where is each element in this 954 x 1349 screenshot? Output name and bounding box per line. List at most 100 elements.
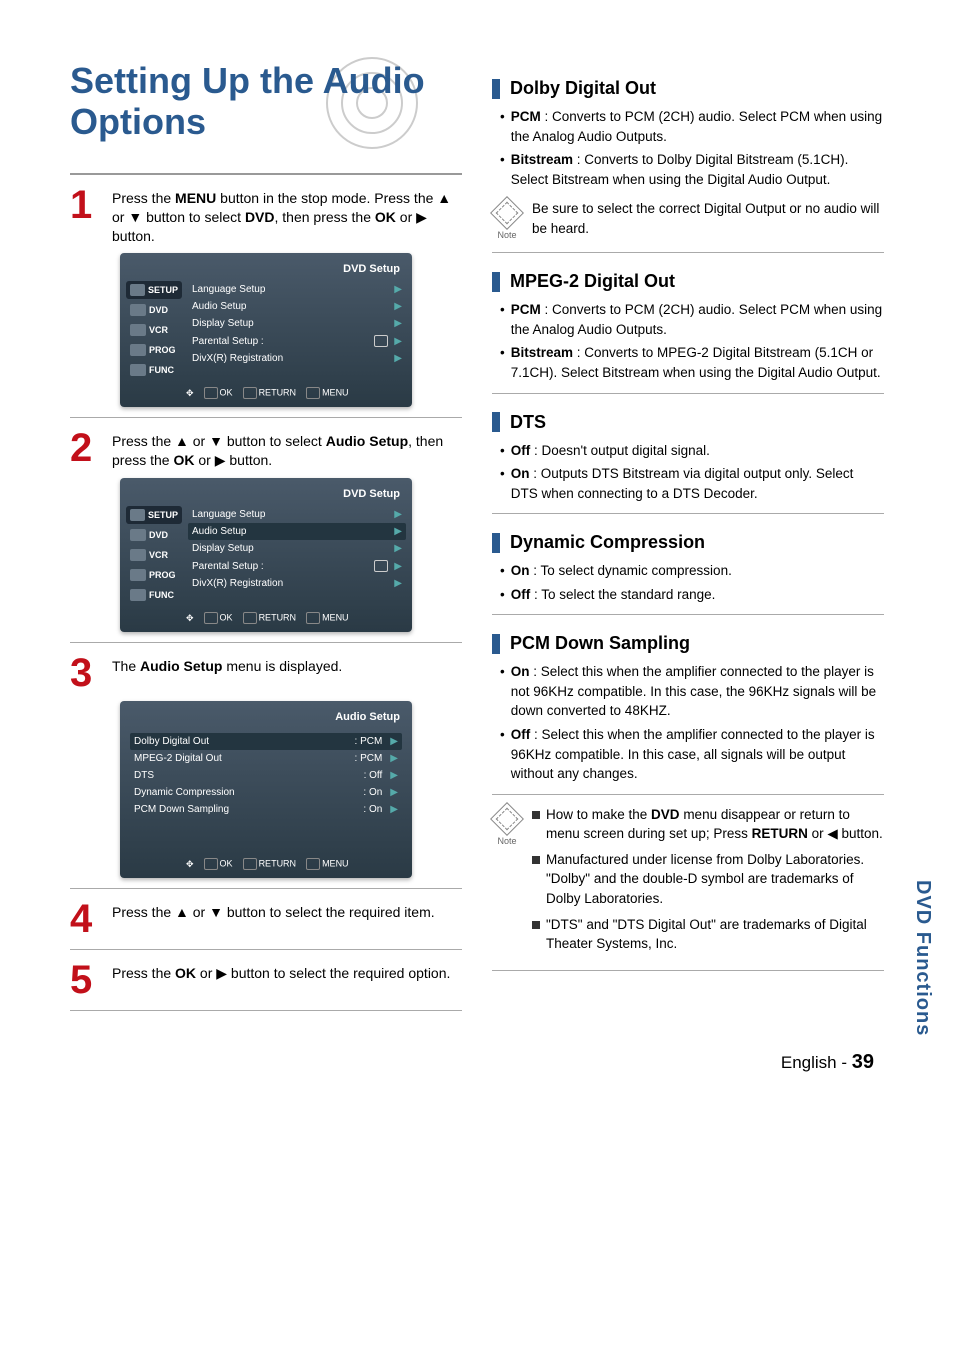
divider <box>492 393 884 394</box>
osd-side-prog: PROG <box>126 566 182 584</box>
step-number: 4 <box>70 899 98 939</box>
step-5: 5 Press the OK or ▶ button to select the… <box>70 960 462 1000</box>
osd-row: Language Setup▶ <box>188 281 406 298</box>
section-bar-icon <box>492 412 500 432</box>
option-line: •On : Select this when the amplifier con… <box>500 662 884 721</box>
option-line: •Bitstream : Converts to MPEG-2 Digital … <box>500 343 884 382</box>
divider <box>492 614 884 615</box>
option-line: •Off : To select the standard range. <box>500 585 884 605</box>
lock-icon <box>374 335 388 347</box>
divider <box>70 949 462 950</box>
divider <box>70 1010 462 1011</box>
dvd-icon <box>130 529 146 541</box>
osd-header: DVD Setup <box>126 259 406 281</box>
section-bar-icon <box>492 272 500 292</box>
osd-menu-1: DVD Setup SETUP DVD VCR PROG FUNC Langua… <box>120 253 412 407</box>
osd-main: Language Setup▶ Audio Setup▶ Display Set… <box>182 281 406 381</box>
note-block-bottom: Note How to make the DVD menu disappear … <box>492 805 884 960</box>
osd-row: PCM Down Sampling: On▶ <box>130 801 402 818</box>
osd-side-setup: SETUP <box>126 281 182 299</box>
square-bullet-icon <box>532 856 540 864</box>
chevron-right-icon: ▶ <box>394 353 402 364</box>
osd-side-func: FUNC <box>126 586 182 604</box>
func-icon <box>130 589 146 601</box>
option-line: •Off : Select this when the amplifier co… <box>500 725 884 784</box>
note-item: How to make the DVD menu disappear or re… <box>532 805 884 844</box>
chevron-right-icon: ▶ <box>390 753 398 764</box>
step-number: 2 <box>70 428 98 470</box>
step-number: 5 <box>70 960 98 1000</box>
step-text: The Audio Setup menu is displayed. <box>112 653 342 693</box>
ok-btn-icon <box>204 858 218 870</box>
osd-sidebar: SETUP DVD VCR PROG FUNC <box>126 506 182 606</box>
clock-icon <box>130 569 146 581</box>
chevron-right-icon: ▶ <box>394 301 402 312</box>
step-number: 3 <box>70 653 98 693</box>
divider <box>492 513 884 514</box>
divider <box>70 642 462 643</box>
osd-side-vcr: VCR <box>126 546 182 564</box>
osd-main: Language Setup▶ Audio Setup▶ Display Set… <box>182 506 406 606</box>
chevron-right-icon: ▶ <box>394 284 402 295</box>
osd-header: Audio Setup <box>126 707 406 729</box>
return-btn-icon <box>243 612 257 624</box>
move-icon: ✥ <box>186 388 194 399</box>
move-icon: ✥ <box>186 613 194 624</box>
section-dts: DTS <box>492 412 884 433</box>
osd-row: DTS: Off▶ <box>130 767 402 784</box>
step-text: Press the ▲ or ▼ button to select the re… <box>112 899 435 939</box>
osd-side-setup: SETUP <box>126 506 182 524</box>
osd-header: DVD Setup <box>126 484 406 506</box>
vcr-icon <box>130 324 146 336</box>
step-4: 4 Press the ▲ or ▼ button to select the … <box>70 899 462 939</box>
note-block: Note Be sure to select the correct Digit… <box>492 199 884 242</box>
osd-row-selected: Audio Setup▶ <box>188 523 406 540</box>
square-bullet-icon <box>532 811 540 819</box>
vcr-icon <box>130 549 146 561</box>
section-dynamic: Dynamic Compression <box>492 532 884 553</box>
side-tab: DVD Functions <box>911 880 934 1036</box>
divider <box>492 794 884 795</box>
divider <box>492 252 884 253</box>
chevron-right-icon: ▶ <box>390 804 398 815</box>
page-title: Setting Up the Audio Options <box>70 60 462 143</box>
divider <box>70 888 462 889</box>
section-mpeg: MPEG-2 Digital Out <box>492 271 884 292</box>
square-bullet-icon <box>532 921 540 929</box>
divider <box>70 417 462 418</box>
option-line: •On : To select dynamic compression. <box>500 561 884 581</box>
section-bar-icon <box>492 79 500 99</box>
section-bar-icon <box>492 634 500 654</box>
step-text: Press the OK or ▶ button to select the r… <box>112 960 450 1000</box>
option-line: •PCM : Converts to PCM (2CH) audio. Sele… <box>500 300 884 339</box>
osd-row: Display Setup▶ <box>188 540 406 557</box>
option-line: •On : Outputs DTS Bitstream via digital … <box>500 464 884 503</box>
osd-side-dvd: DVD <box>126 301 182 319</box>
chevron-right-icon: ▶ <box>394 561 402 572</box>
divider <box>70 173 462 175</box>
osd-footer: ✥ OK RETURN MENU <box>126 381 406 401</box>
chevron-right-icon: ▶ <box>394 336 402 347</box>
chevron-right-icon: ▶ <box>394 509 402 520</box>
menu-btn-icon <box>306 612 320 624</box>
ok-btn-icon <box>204 387 218 399</box>
osd-side-vcr: VCR <box>126 321 182 339</box>
step-number: 1 <box>70 185 98 246</box>
clock-icon <box>130 344 146 356</box>
page-title-block: Setting Up the Audio Options <box>70 60 462 143</box>
osd-footer: ✥ OK RETURN MENU <box>126 606 406 626</box>
section-bar-icon <box>492 533 500 553</box>
move-icon: ✥ <box>186 859 194 870</box>
option-line: •PCM : Converts to PCM (2CH) audio. Sele… <box>500 107 884 146</box>
osd-row: Parental Setup :▶ <box>188 557 406 575</box>
chevron-right-icon: ▶ <box>390 787 398 798</box>
osd-row: MPEG-2 Digital Out: PCM▶ <box>130 750 402 767</box>
osd-row: Dynamic Compression: On▶ <box>130 784 402 801</box>
osd-row-selected: Dolby Digital Out: PCM▶ <box>130 733 402 750</box>
chevron-right-icon: ▶ <box>390 736 398 747</box>
return-btn-icon <box>243 858 257 870</box>
step-3: 3 The Audio Setup menu is displayed. <box>70 653 462 693</box>
gear-icon <box>130 509 145 521</box>
chevron-right-icon: ▶ <box>394 318 402 329</box>
osd-row: Parental Setup :▶ <box>188 332 406 350</box>
